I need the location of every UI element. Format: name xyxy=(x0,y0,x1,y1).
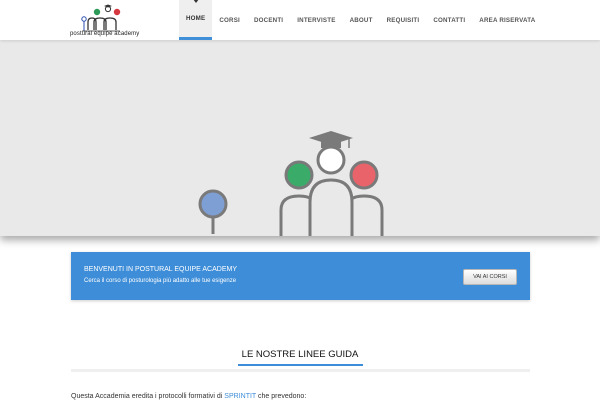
nav-label: CORSI xyxy=(219,16,240,24)
nav-item-about[interactable]: ABOUT xyxy=(343,0,380,40)
sprintit-link[interactable]: SPRINTIT xyxy=(224,393,256,400)
graduate-figure-icon xyxy=(308,131,354,236)
active-caret-icon xyxy=(192,0,199,3)
nav-label: REQUISITI xyxy=(386,16,420,24)
magnifier-icon xyxy=(198,189,228,234)
nav-label: CONTATTI xyxy=(433,16,466,24)
intro-paragraph: Questa Accademia eredita i protocolli fo… xyxy=(71,393,306,400)
nav-item-interviste[interactable]: INTERVISTE xyxy=(290,0,342,40)
nav-item-home[interactable]: HOME xyxy=(179,0,213,40)
nav-label: HOME xyxy=(186,15,206,22)
nav-item-corsi[interactable]: CORSI xyxy=(212,0,247,40)
go-to-courses-button[interactable]: VAI AI CORSI xyxy=(463,269,517,285)
site-header: postural equipe academy HOME CORSI DOCEN… xyxy=(0,0,600,40)
nav-item-docenti[interactable]: DOCENTI xyxy=(247,0,290,40)
intro-text-end: che prevedono: xyxy=(256,393,307,400)
nav-item-area-riservata[interactable]: AREA RISERVATA xyxy=(472,0,542,40)
banner-subtitle: Cerca il corso di posturologia più adatt… xyxy=(84,278,237,284)
welcome-banner: BENVENUTI IN POSTURAL EQUIPE ACADEMY Cer… xyxy=(71,252,530,300)
hero-illustration xyxy=(198,131,384,236)
nav-label: DOCENTI xyxy=(253,16,284,24)
banner-title: BENVENUTI IN POSTURAL EQUIPE ACADEMY xyxy=(84,266,237,273)
intro-text: Questa Accademia eredita i protocolli fo… xyxy=(71,393,225,400)
nav-label: ABOUT xyxy=(349,16,373,24)
nav-item-contatti[interactable]: CONTATTI xyxy=(426,0,472,40)
nav-label: INTERVISTE xyxy=(297,16,336,24)
hero-slider xyxy=(0,40,600,236)
logo-text: postural equipe academy xyxy=(70,31,140,37)
main-nav: HOME CORSI DOCENTI INTERVISTE ABOUT REQU… xyxy=(179,0,542,40)
section-title-underline xyxy=(238,364,363,366)
section-title: LE NOSTRE LINEE GUIDA xyxy=(241,349,359,360)
section-divider xyxy=(71,369,530,372)
nav-label: AREA RISERVATA xyxy=(479,16,536,24)
nav-item-requisiti[interactable]: REQUISITI xyxy=(380,0,427,40)
